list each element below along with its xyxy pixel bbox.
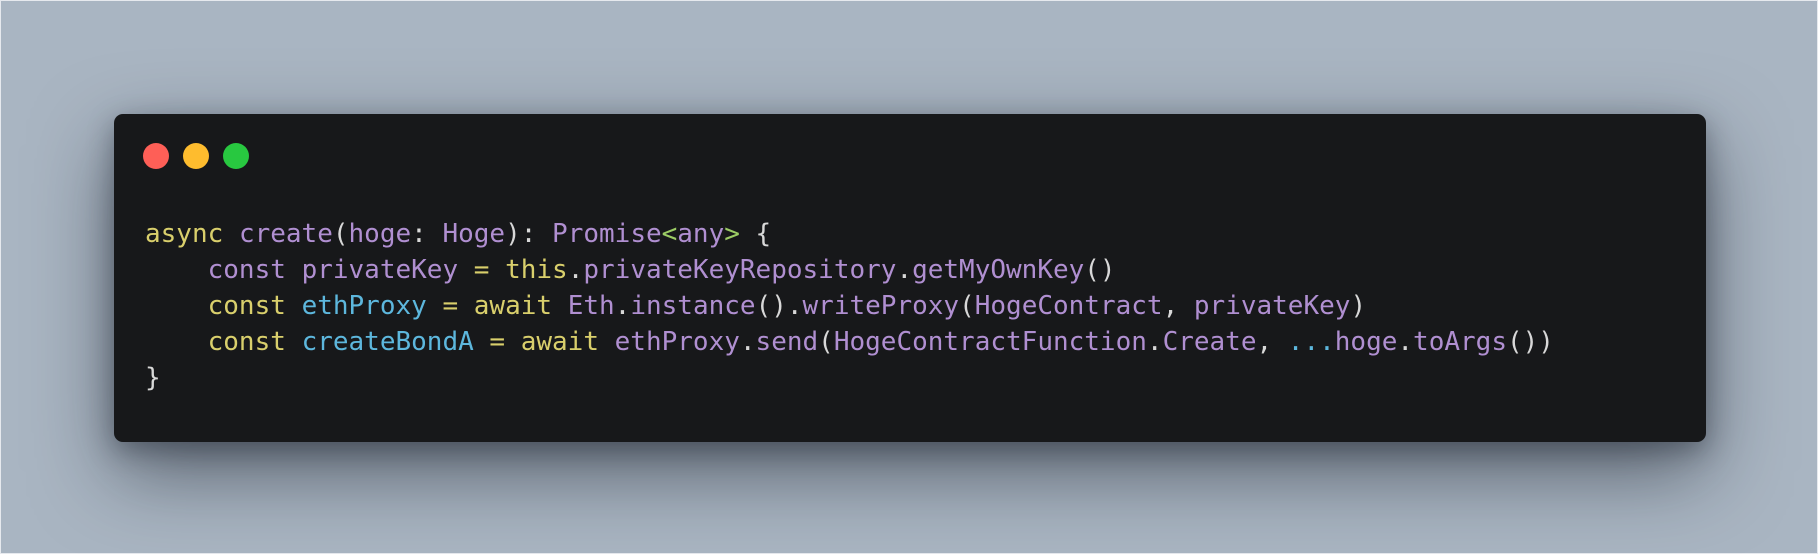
code-token: HogeContract bbox=[974, 291, 1163, 321]
code-token: (). bbox=[755, 291, 803, 321]
code-token: ) bbox=[1350, 291, 1367, 321]
code-token: ... bbox=[1287, 327, 1335, 357]
code-token: const bbox=[207, 327, 286, 357]
code-token: send bbox=[755, 327, 819, 357]
code-token: () bbox=[1084, 255, 1116, 285]
code-token: getMyOwnKey bbox=[912, 255, 1085, 285]
code-token: createBondA bbox=[301, 327, 474, 357]
code-line: const createBondA = await ethProxy.send(… bbox=[145, 324, 1554, 360]
code-token: privateKey bbox=[1193, 291, 1351, 321]
code-token: this bbox=[505, 255, 568, 285]
code-token: await bbox=[473, 291, 553, 321]
code-token: const bbox=[207, 291, 286, 321]
code-token: instance bbox=[630, 291, 756, 321]
code-token: await bbox=[520, 327, 599, 357]
code-token: Eth bbox=[567, 291, 615, 321]
code-token: create bbox=[238, 219, 333, 249]
code-line: async create(hoge: Hoge): Promise<any> { bbox=[145, 216, 1554, 252]
page-frame: async create(hoge: Hoge): Promise<any> {… bbox=[0, 0, 1818, 554]
code-token: ): bbox=[505, 219, 553, 249]
code-block: async create(hoge: Hoge): Promise<any> {… bbox=[145, 216, 1554, 396]
code-token: async bbox=[145, 219, 224, 249]
code-token: > bbox=[724, 219, 740, 249]
code-token: hoge bbox=[1334, 327, 1398, 357]
code-token: ()) bbox=[1506, 327, 1554, 357]
code-token: writeProxy bbox=[802, 291, 960, 321]
code-token: = bbox=[489, 327, 506, 357]
code-token: const bbox=[207, 255, 286, 285]
code-token: hoge bbox=[348, 219, 412, 249]
code-token: privateKey bbox=[301, 255, 459, 285]
code-token: any bbox=[677, 219, 725, 249]
code-token: toArgs bbox=[1413, 327, 1507, 357]
code-token: ( bbox=[818, 327, 834, 357]
code-token: Hoge bbox=[442, 219, 506, 249]
maximize-button[interactable] bbox=[223, 143, 249, 169]
close-button[interactable] bbox=[143, 143, 169, 169]
code-line: } bbox=[145, 360, 1554, 396]
code-token: . bbox=[1146, 327, 1163, 357]
code-token: privateKeyRepository bbox=[583, 255, 897, 285]
code-token: Create bbox=[1162, 327, 1257, 357]
code-token: . bbox=[1397, 327, 1414, 357]
code-token: , bbox=[1162, 291, 1194, 321]
code-token: . bbox=[896, 255, 913, 285]
code-line: const ethProxy = await Eth.instance().wr… bbox=[145, 288, 1554, 324]
code-token: = bbox=[473, 255, 490, 285]
code-window: async create(hoge: Hoge): Promise<any> {… bbox=[114, 114, 1706, 442]
minimize-button[interactable] bbox=[183, 143, 209, 169]
code-token: = bbox=[442, 291, 459, 321]
code-token: ethProxy bbox=[301, 291, 427, 321]
code-token: < bbox=[661, 219, 678, 249]
code-token: ( bbox=[332, 219, 349, 249]
code-token: { bbox=[739, 219, 772, 249]
code-token: . bbox=[567, 255, 584, 285]
code-token: HogeContractFunction bbox=[833, 327, 1147, 357]
code-token: : bbox=[411, 219, 443, 249]
code-token: ethProxy bbox=[614, 327, 740, 357]
code-token: , bbox=[1256, 327, 1288, 357]
code-token: } bbox=[145, 363, 161, 393]
code-token: Promise bbox=[552, 219, 662, 249]
code-token: ( bbox=[959, 291, 975, 321]
code-line: const privateKey = this.privateKeyReposi… bbox=[145, 252, 1554, 288]
code-token: . bbox=[739, 327, 756, 357]
code-token: . bbox=[614, 291, 631, 321]
